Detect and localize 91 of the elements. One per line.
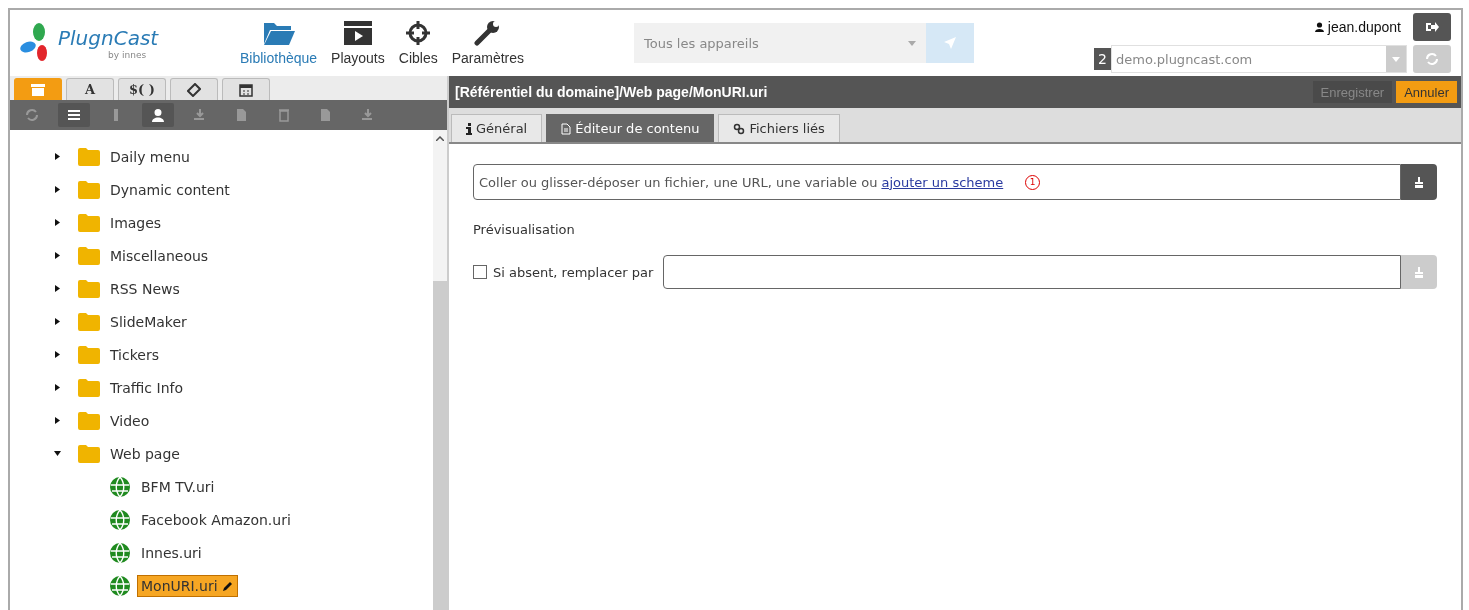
globe-icon [109, 541, 131, 564]
folder-icon [78, 180, 100, 199]
nav-item[interactable]: Paramètres [451, 20, 525, 66]
link-icon [733, 122, 746, 135]
folder-icon [78, 312, 100, 331]
user-icon [150, 108, 166, 122]
folder-icon [78, 147, 100, 166]
folder-icon [78, 213, 100, 232]
list-icon [66, 108, 82, 122]
expand-toggle[interactable] [54, 450, 62, 457]
file-item[interactable]: BFM TV.uri [137, 475, 219, 498]
expand-toggle[interactable] [54, 384, 62, 391]
folder-label[interactable]: Daily menu [110, 148, 190, 165]
file-item[interactable]: Facebook Amazon.uri [137, 508, 295, 531]
logo-name: PlugnCast [58, 26, 159, 50]
tag-icon [187, 82, 201, 97]
preview-label: Prévisualisation [473, 222, 576, 237]
brush-icon [1415, 176, 1423, 188]
expand-toggle[interactable] [54, 417, 62, 424]
fallback-checkbox[interactable] [473, 265, 487, 279]
user-icon [1314, 22, 1324, 32]
folder-icon [78, 411, 100, 430]
caret-icon [908, 40, 917, 46]
library-tab[interactable] [170, 78, 218, 100]
folder-icon [78, 279, 100, 298]
domain-count: 2 [1094, 48, 1111, 70]
folder-icon [78, 444, 100, 463]
expand-toggle[interactable] [54, 285, 62, 292]
globe-icon [109, 574, 131, 597]
globe-icon [109, 508, 131, 531]
editor-tab[interactable]: Général [451, 114, 543, 142]
library-tab[interactable] [222, 78, 270, 100]
brush-icon [1415, 266, 1423, 278]
scrollbar-thumb[interactable] [433, 281, 447, 610]
expand-toggle[interactable] [54, 252, 62, 259]
folder-label[interactable]: Dynamic content [110, 181, 230, 198]
send-icon [943, 36, 958, 50]
folder-icon [78, 246, 100, 265]
folder-label[interactable]: Tickers [110, 346, 159, 363]
logout-button[interactable] [1413, 13, 1451, 41]
refresh-icon [24, 108, 40, 122]
folder-label[interactable]: Video [110, 412, 150, 429]
document-icon [561, 122, 572, 135]
clapperboard-icon [342, 20, 373, 46]
expand-toggle[interactable] [54, 351, 62, 358]
trash-icon [276, 108, 292, 122]
expand-toggle[interactable] [54, 153, 62, 160]
expand-toggle[interactable] [54, 186, 62, 193]
url-input-field[interactable]: Coller ou glisser-déposer un fichier, une URL, une variable ou ajouter un scheme 1 [473, 164, 1401, 200]
folder-icon [262, 20, 295, 46]
calendar-icon [239, 82, 253, 97]
fallback-label: Si absent, remplacer par [493, 264, 654, 280]
pencil-icon [221, 579, 234, 592]
nav-item[interactable]: Cibles [398, 20, 438, 66]
user-tool[interactable] [142, 103, 174, 127]
archive-icon [31, 83, 45, 96]
url-placeholder: Coller ou glisser-déposer un fichier, une URL, une variable ou [479, 174, 878, 190]
file-path-title: [Référentiel du domaine]/Web page/MonURI.uri [455, 84, 768, 100]
nav-item[interactable]: Playouts [331, 20, 385, 66]
expand-toggle[interactable] [54, 318, 62, 325]
file-item[interactable]: MonURI.uri [137, 574, 238, 597]
globe-icon [109, 475, 131, 498]
add-scheme-link[interactable]: ajouter un scheme [881, 174, 1004, 190]
caret-icon [1392, 56, 1400, 62]
expand-toggle[interactable] [54, 219, 62, 226]
folder-label[interactable]: Traffic Info [110, 379, 183, 396]
crosshair-icon [405, 20, 432, 46]
scroll-up-icon[interactable] [436, 136, 444, 141]
folder-label[interactable]: SlideMaker [110, 313, 187, 330]
folder-icon [78, 378, 100, 397]
domain-select[interactable]: demo.plugncast.com [1111, 45, 1407, 73]
refresh-icon [1425, 52, 1439, 66]
editor-tab[interactable]: Éditeur de contenu [546, 114, 715, 142]
logo-tagline: by innes [108, 50, 147, 60]
library-tab[interactable]: $( ) [118, 78, 166, 100]
editor-tab[interactable]: Fichiers liés [718, 114, 840, 142]
file-item[interactable]: Innes.uri [137, 541, 206, 564]
folder-label[interactable]: Web page [110, 445, 180, 462]
folder-icon [78, 345, 100, 364]
cancel-button[interactable]: Annuler [1396, 81, 1457, 103]
folder-label[interactable]: Miscellaneous [110, 247, 209, 264]
user-name: jean.dupont [1314, 19, 1401, 35]
list-tool[interactable] [58, 103, 90, 127]
folder-label[interactable]: RSS News [110, 280, 180, 297]
logout-icon [1425, 21, 1439, 33]
info-icon [466, 122, 472, 135]
folder-label[interactable]: Images [110, 214, 162, 231]
library-tab[interactable]: A [66, 78, 114, 100]
nav-item[interactable]: Bibliothèque [240, 20, 318, 66]
wrench-icon [473, 20, 502, 46]
clear-button[interactable] [1401, 164, 1437, 200]
